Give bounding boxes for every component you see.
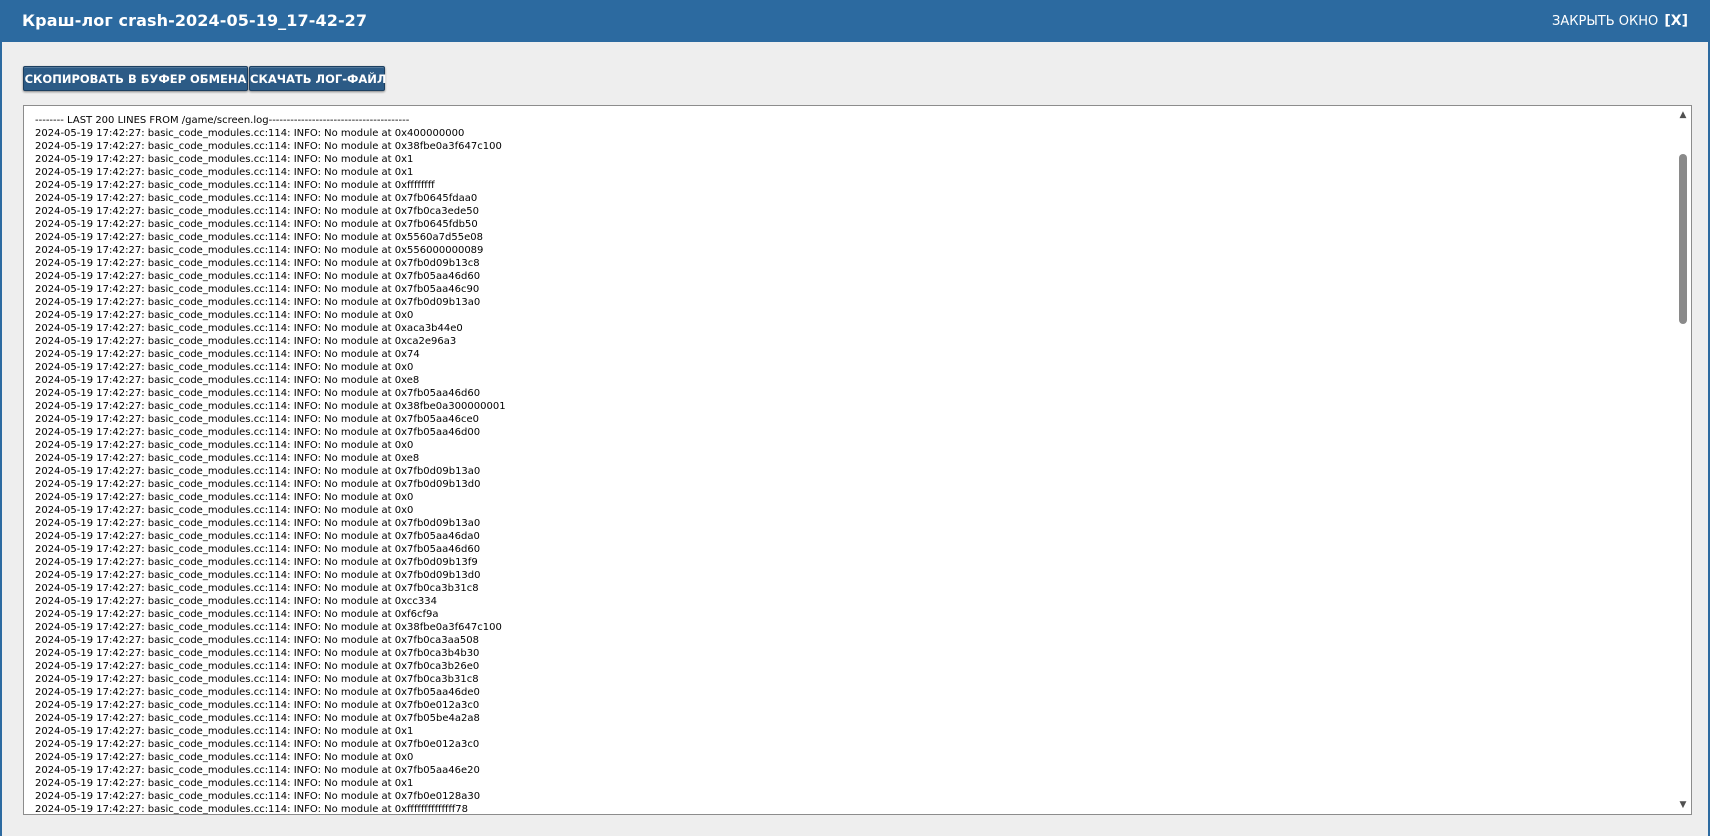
log-line: 2024-05-19 17:42:27: basic_code_modules.… bbox=[35, 258, 480, 269]
log-line: 2024-05-19 17:42:27: basic_code_modules.… bbox=[35, 193, 478, 204]
log-line: 2024-05-19 17:42:27: basic_code_modules.… bbox=[35, 271, 481, 282]
log-line: 2024-05-19 17:42:27: basic_code_modules.… bbox=[35, 388, 481, 399]
log-line: 2024-05-19 17:42:27: basic_code_modules.… bbox=[35, 700, 480, 711]
log-line: 2024-05-19 17:42:27: basic_code_modules.… bbox=[35, 336, 457, 347]
vertical-scrollbar[interactable]: ▲ ▼ bbox=[1675, 106, 1691, 814]
log-line: 2024-05-19 17:42:27: basic_code_modules.… bbox=[35, 778, 414, 789]
log-line: 2024-05-19 17:42:27: basic_code_modules.… bbox=[35, 622, 502, 633]
log-line: 2024-05-19 17:42:27: basic_code_modules.… bbox=[35, 752, 414, 763]
log-line: 2024-05-19 17:42:27: basic_code_modules.… bbox=[35, 726, 414, 737]
log-line: 2024-05-19 17:42:27: basic_code_modules.… bbox=[35, 245, 484, 256]
log-textarea[interactable]: -------- LAST 200 LINES FROM /game/scree… bbox=[23, 105, 1692, 815]
log-line: 2024-05-19 17:42:27: basic_code_modules.… bbox=[35, 583, 479, 594]
log-line: 2024-05-19 17:42:27: basic_code_modules.… bbox=[35, 154, 414, 165]
close-window-label: ЗАКРЫТЬ ОКНО bbox=[1552, 14, 1659, 29]
log-line: 2024-05-19 17:42:27: basic_code_modules.… bbox=[35, 661, 480, 672]
log-line: 2024-05-19 17:42:27: basic_code_modules.… bbox=[35, 414, 480, 425]
log-line: 2024-05-19 17:42:27: basic_code_modules.… bbox=[35, 531, 480, 542]
log-line: 2024-05-19 17:42:27: basic_code_modules.… bbox=[35, 219, 478, 230]
log-line: 2024-05-19 17:42:27: basic_code_modules.… bbox=[35, 648, 480, 659]
log-line: 2024-05-19 17:42:27: basic_code_modules.… bbox=[35, 167, 414, 178]
log-line: 2024-05-19 17:42:27: basic_code_modules.… bbox=[35, 557, 478, 568]
log-line: 2024-05-19 17:42:27: basic_code_modules.… bbox=[35, 609, 439, 620]
log-line: 2024-05-19 17:42:27: basic_code_modules.… bbox=[35, 349, 420, 360]
log-line: 2024-05-19 17:42:27: basic_code_modules.… bbox=[35, 375, 420, 386]
log-line: 2024-05-19 17:42:27: basic_code_modules.… bbox=[35, 232, 483, 243]
log-line: 2024-05-19 17:42:27: basic_code_modules.… bbox=[35, 791, 481, 802]
log-line: 2024-05-19 17:42:27: basic_code_modules.… bbox=[35, 466, 481, 477]
log-content: -------- LAST 200 LINES FROM /game/scree… bbox=[35, 114, 1667, 814]
log-line: 2024-05-19 17:42:27: basic_code_modules.… bbox=[35, 479, 481, 490]
log-line: 2024-05-19 17:42:27: basic_code_modules.… bbox=[35, 206, 480, 217]
log-line: 2024-05-19 17:42:27: basic_code_modules.… bbox=[35, 362, 414, 373]
log-line: 2024-05-19 17:42:27: basic_code_modules.… bbox=[35, 440, 414, 451]
log-line: 2024-05-19 17:42:27: basic_code_modules.… bbox=[35, 323, 463, 334]
scroll-thumb[interactable] bbox=[1679, 154, 1687, 324]
log-line: 2024-05-19 17:42:27: basic_code_modules.… bbox=[35, 401, 506, 412]
log-line: 2024-05-19 17:42:27: basic_code_modules.… bbox=[35, 180, 435, 191]
log-line: 2024-05-19 17:42:27: basic_code_modules.… bbox=[35, 492, 414, 503]
log-line: 2024-05-19 17:42:27: basic_code_modules.… bbox=[35, 544, 481, 555]
log-line: 2024-05-19 17:42:27: basic_code_modules.… bbox=[35, 141, 502, 152]
log-line: 2024-05-19 17:42:27: basic_code_modules.… bbox=[35, 596, 437, 607]
log-line: 2024-05-19 17:42:27: basic_code_modules.… bbox=[35, 687, 480, 698]
close-icon: [X] bbox=[1664, 13, 1688, 29]
download-log-button[interactable]: СКАЧАТЬ ЛОГ-ФАЙЛ bbox=[249, 66, 386, 91]
close-window-button[interactable]: ЗАКРЫТЬ ОКНО [X] bbox=[1552, 0, 1688, 43]
crash-log-dialog: Краш-лог crash-2024-05-19_17-42-27 ЗАКРЫ… bbox=[0, 0, 1710, 836]
copy-to-clipboard-button[interactable]: СКОПИРОВАТЬ В БУФЕР ОБМЕНА bbox=[23, 66, 248, 91]
log-line: 2024-05-19 17:42:27: basic_code_modules.… bbox=[35, 674, 479, 685]
log-line: 2024-05-19 17:42:27: basic_code_modules.… bbox=[35, 310, 414, 321]
scroll-down-arrow-icon[interactable]: ▼ bbox=[1675, 798, 1691, 812]
log-line: 2024-05-19 17:42:27: basic_code_modules.… bbox=[35, 570, 481, 581]
log-line: 2024-05-19 17:42:27: basic_code_modules.… bbox=[35, 804, 469, 814]
log-line: 2024-05-19 17:42:27: basic_code_modules.… bbox=[35, 128, 465, 139]
log-line: 2024-05-19 17:42:27: basic_code_modules.… bbox=[35, 739, 480, 750]
log-line: 2024-05-19 17:42:27: basic_code_modules.… bbox=[35, 765, 480, 776]
window-title: Краш-лог crash-2024-05-19_17-42-27 bbox=[22, 11, 368, 30]
log-line: 2024-05-19 17:42:27: basic_code_modules.… bbox=[35, 427, 481, 438]
log-line: 2024-05-19 17:42:27: basic_code_modules.… bbox=[35, 713, 480, 724]
log-line: 2024-05-19 17:42:27: basic_code_modules.… bbox=[35, 518, 481, 529]
log-line: 2024-05-19 17:42:27: basic_code_modules.… bbox=[35, 635, 479, 646]
log-line: 2024-05-19 17:42:27: basic_code_modules.… bbox=[35, 284, 480, 295]
log-line: 2024-05-19 17:42:27: basic_code_modules.… bbox=[35, 453, 420, 464]
log-line: 2024-05-19 17:42:27: basic_code_modules.… bbox=[35, 297, 481, 308]
scroll-up-arrow-icon[interactable]: ▲ bbox=[1675, 108, 1691, 122]
log-line: 2024-05-19 17:42:27: basic_code_modules.… bbox=[35, 505, 414, 516]
log-line: -------- LAST 200 LINES FROM /game/scree… bbox=[35, 115, 410, 126]
title-bar: Краш-лог crash-2024-05-19_17-42-27 ЗАКРЫ… bbox=[2, 0, 1708, 42]
